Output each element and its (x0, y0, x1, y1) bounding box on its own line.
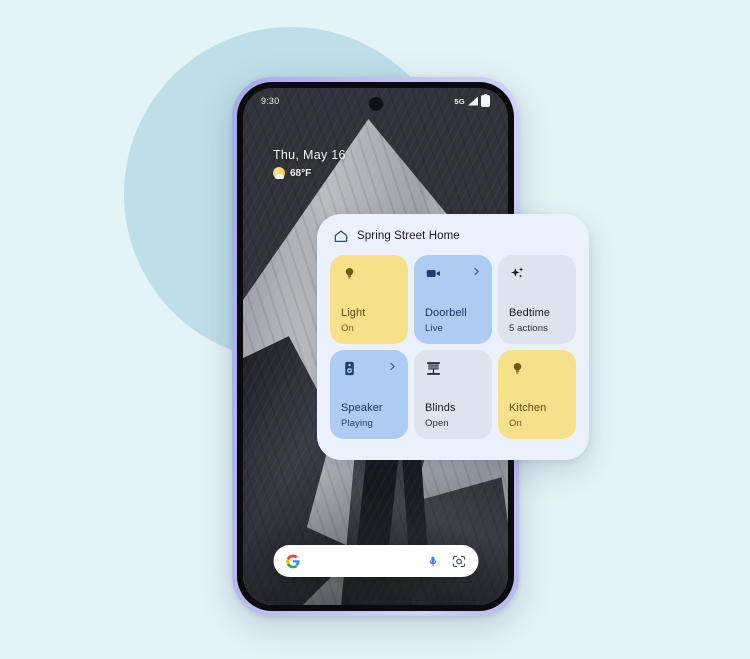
tile-status: Live (425, 323, 443, 335)
status-bar-indicators: 5G (454, 93, 490, 107)
tile-kitchen[interactable]: Kitchen On (498, 350, 576, 439)
sparkles-icon (511, 267, 524, 278)
tile-text: Bedtime 5 actions (509, 307, 565, 335)
google-search-bar[interactable] (273, 545, 478, 577)
tile-text: Blinds Open (425, 402, 481, 430)
tile-name: Light (341, 307, 366, 320)
chevron-right-icon[interactable] (388, 362, 397, 371)
tile-text: Light On (341, 307, 397, 335)
front-camera-hole-icon (368, 97, 383, 111)
tile-text: Kitchen On (509, 402, 565, 430)
partly-sunny-icon (273, 167, 285, 179)
lightbulb-icon (513, 362, 522, 374)
tile-bedtime[interactable]: Bedtime 5 actions (498, 255, 576, 344)
video-camera-icon (426, 269, 440, 278)
blinds-icon (427, 362, 440, 375)
tile-speaker[interactable]: Speaker Playing (330, 350, 408, 439)
tile-name: Kitchen (509, 402, 547, 415)
signal-bars-icon (468, 96, 478, 106)
tile-top-row (425, 360, 481, 377)
tile-name: Blinds (425, 402, 456, 415)
tile-name: Doorbell (425, 307, 467, 320)
device-tile-grid: Light On Doorbell Live Bedtime 5 actions… (330, 255, 576, 439)
widget-title: Spring Street Home (357, 230, 460, 242)
home-outline-icon (334, 230, 348, 242)
lightbulb-icon (345, 267, 354, 279)
tile-top-row (509, 360, 565, 377)
tile-top-row (341, 360, 397, 377)
battery-icon (481, 93, 490, 107)
tile-text: Doorbell Live (425, 307, 481, 335)
home-widget-card: Spring Street Home Light On Doorbell Liv… (317, 214, 589, 460)
temperature-label: 68°F (290, 167, 312, 179)
date-weather-widget[interactable]: Thu, May 16 68°F (273, 148, 346, 179)
tile-status: Playing (341, 418, 373, 430)
tile-text: Speaker Playing (341, 402, 397, 430)
tile-status: Open (425, 418, 449, 430)
tile-light[interactable]: Light On (330, 255, 408, 344)
tile-name: Bedtime (509, 307, 551, 320)
tile-top-row (509, 265, 565, 282)
tile-blinds[interactable]: Blinds Open (414, 350, 492, 439)
tile-status: 5 actions (509, 323, 548, 335)
widget-header: Spring Street Home (330, 228, 576, 244)
tile-status: On (341, 323, 354, 335)
network-type-label: 5G (454, 96, 465, 106)
tile-status: On (509, 418, 522, 430)
speaker-icon (345, 361, 354, 376)
date-label: Thu, May 16 (273, 148, 346, 162)
status-bar-time: 9:30 (261, 96, 280, 106)
tile-doorbell[interactable]: Doorbell Live (414, 255, 492, 344)
page-background: 9:30 5G Thu, May 16 68°F Spring Street H… (0, 0, 750, 659)
microphone-icon[interactable] (426, 554, 439, 569)
tile-top-row (341, 265, 397, 282)
tile-name: Speaker (341, 402, 383, 415)
weather-row: 68°F (273, 167, 346, 179)
google-lens-icon[interactable] (451, 554, 466, 569)
tile-top-row (425, 265, 481, 282)
google-g-icon (285, 554, 300, 568)
chevron-right-icon[interactable] (472, 267, 481, 276)
